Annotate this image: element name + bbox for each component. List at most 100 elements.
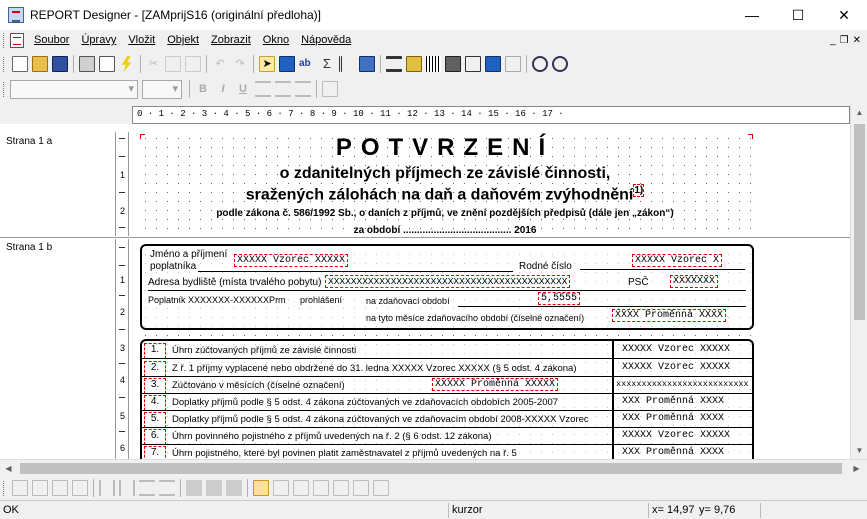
horizontal-scroll-thumb[interactable] bbox=[20, 463, 842, 474]
align-bottom-edges-icon[interactable] bbox=[72, 480, 88, 496]
rc-label: Rodné číslo bbox=[519, 261, 572, 272]
row-value[interactable]: XXXXX Vzorec XXXXX bbox=[622, 362, 730, 373]
scroll-left-icon[interactable]: ◀ bbox=[0, 460, 17, 477]
same-height-icon[interactable] bbox=[206, 480, 222, 496]
align-left-icon[interactable] bbox=[255, 81, 271, 97]
align-center-icon[interactable] bbox=[275, 81, 291, 97]
months-field[interactable]: XXXX Proměnná XXXX bbox=[612, 309, 727, 322]
send-back-icon[interactable] bbox=[333, 480, 349, 496]
toolbar-grip[interactable] bbox=[3, 33, 6, 48]
label-icon[interactable]: ab bbox=[299, 56, 315, 72]
rc-field[interactable]: XXXXX Vzorec X bbox=[632, 254, 723, 267]
properties-icon[interactable] bbox=[322, 81, 338, 97]
pen-icon[interactable] bbox=[405, 56, 422, 72]
minimize-button[interactable]: — bbox=[729, 0, 775, 30]
print-icon[interactable] bbox=[78, 56, 95, 72]
address-field[interactable]: XXXXXXXXXXXXXXXXXXXXXXXXXXXXXXXXXXXXXXXX… bbox=[325, 275, 571, 288]
grid-icon[interactable] bbox=[505, 56, 522, 72]
menu-vlozit[interactable]: Vložit bbox=[122, 30, 161, 51]
show-grid-icon[interactable] bbox=[273, 480, 289, 496]
menu-soubor[interactable]: Soubor bbox=[28, 30, 75, 51]
line-icon[interactable] bbox=[385, 56, 402, 72]
save-icon[interactable] bbox=[51, 56, 68, 72]
space-vertical-icon[interactable] bbox=[139, 480, 155, 496]
vertical-scroll-thumb[interactable] bbox=[854, 124, 865, 320]
text-field-icon[interactable] bbox=[279, 56, 295, 72]
menu-zobrazit[interactable]: Zobrazit bbox=[205, 30, 257, 51]
horizontal-scrollbar[interactable]: ◀ ▶ bbox=[0, 459, 867, 476]
toolbar-grip[interactable] bbox=[3, 56, 6, 72]
menu-okno[interactable]: Okno bbox=[257, 30, 295, 51]
row-value[interactable]: XXX Proměnná XXXX bbox=[622, 413, 724, 424]
space-horizontal-icon[interactable] bbox=[99, 480, 115, 496]
row-value[interactable]: xxxxxxxxxxxxxxxxxxxxxxxxxx bbox=[616, 379, 749, 389]
menu-objekt[interactable]: Objekt bbox=[161, 30, 205, 51]
name-field[interactable]: XXXXX Vzorec XXXXX bbox=[234, 254, 349, 267]
design-canvas[interactable]: Strana 1 a 1 2 POTVRZENÍ o zdanitelných … bbox=[0, 124, 850, 459]
mdi-close-button[interactable]: ✕ bbox=[853, 35, 861, 46]
mdi-restore-button[interactable]: ❐ bbox=[840, 35, 849, 46]
close-button[interactable]: ✕ bbox=[821, 0, 867, 30]
align-top-edges-icon[interactable] bbox=[52, 480, 68, 496]
vruler-tick: 5 bbox=[120, 411, 126, 421]
row-value[interactable]: XXX Proměnná XXXX bbox=[622, 447, 724, 458]
same-size-icon[interactable] bbox=[226, 480, 242, 496]
row-value[interactable]: XXXXX Vzorec XXXXX bbox=[622, 430, 730, 441]
vruler-tick: 6 bbox=[120, 443, 126, 453]
italic-button[interactable]: I bbox=[215, 81, 231, 97]
open-folder-icon[interactable] bbox=[31, 56, 48, 72]
row-mid-value[interactable]: XXXXX Proměnná XXXXX bbox=[432, 378, 559, 391]
row-value[interactable]: XXX Proměnná XXXX bbox=[622, 396, 724, 407]
mdi-minimize-button[interactable]: _ bbox=[830, 35, 836, 46]
document-icon[interactable] bbox=[10, 33, 24, 48]
vertical-scrollbar[interactable]: ▲ ▼ bbox=[850, 104, 867, 459]
monitor-icon[interactable] bbox=[485, 56, 502, 72]
toolbar-separator bbox=[253, 55, 255, 73]
image-icon[interactable] bbox=[445, 56, 462, 72]
paste-icon[interactable] bbox=[185, 56, 202, 72]
zoom-in-icon[interactable] bbox=[532, 56, 549, 72]
tab-right-icon[interactable] bbox=[373, 480, 389, 496]
scroll-up-icon[interactable]: ▲ bbox=[851, 104, 867, 121]
underline-button[interactable]: U bbox=[235, 81, 251, 97]
frame-icon[interactable] bbox=[465, 56, 482, 72]
same-width-icon[interactable] bbox=[186, 480, 202, 496]
font-name-select[interactable] bbox=[10, 79, 138, 99]
redo-icon[interactable]: ↷ bbox=[232, 56, 248, 72]
align-right-icon[interactable] bbox=[295, 81, 311, 97]
sum-icon[interactable]: Σ bbox=[319, 56, 335, 72]
bring-front-icon[interactable] bbox=[313, 480, 329, 496]
undo-icon[interactable]: ↶ bbox=[212, 56, 228, 72]
align-right-edges-icon[interactable] bbox=[32, 480, 48, 496]
list-icon[interactable] bbox=[338, 56, 355, 72]
zoom-out-icon[interactable] bbox=[552, 56, 568, 72]
align-left-edges-icon[interactable] bbox=[12, 480, 28, 496]
barcode-icon[interactable] bbox=[425, 56, 442, 72]
title-bar: REPORT Designer - [ZAMprijS16 (origináln… bbox=[0, 0, 867, 30]
print-preview-icon[interactable] bbox=[98, 56, 115, 72]
scroll-down-icon[interactable]: ▼ bbox=[851, 442, 867, 459]
combo-field-icon[interactable] bbox=[358, 56, 375, 72]
snap-grid-icon[interactable] bbox=[253, 480, 269, 496]
maximize-button[interactable]: ☐ bbox=[775, 0, 821, 30]
period-value-field[interactable]: 5,5555 bbox=[538, 292, 581, 305]
pointer-icon[interactable]: ➤ bbox=[259, 56, 276, 72]
copy-icon[interactable] bbox=[165, 56, 182, 72]
toolbar-grip[interactable] bbox=[3, 480, 6, 496]
tab-left-icon[interactable] bbox=[353, 480, 369, 496]
bold-button[interactable]: B bbox=[195, 81, 211, 97]
row-value[interactable]: XXXXX Vzorec XXXXX bbox=[622, 344, 730, 355]
menu-upravy[interactable]: Úpravy bbox=[75, 30, 122, 51]
scroll-right-icon[interactable]: ▶ bbox=[848, 460, 865, 477]
cut-icon[interactable]: ✂ bbox=[146, 56, 162, 72]
psc-field[interactable]: XXXXXXX bbox=[670, 275, 719, 288]
space-vertical-equal-icon[interactable] bbox=[159, 480, 175, 496]
font-size-select[interactable] bbox=[142, 79, 182, 99]
lightning-icon[interactable] bbox=[121, 56, 132, 72]
space-equal-icon[interactable] bbox=[119, 480, 135, 496]
vruler-tick: 2 bbox=[120, 307, 126, 317]
new-file-icon[interactable] bbox=[11, 56, 28, 72]
tab-order-icon[interactable] bbox=[293, 480, 309, 496]
menu-napoveda[interactable]: Nápověda bbox=[295, 30, 357, 51]
toolbar-grip[interactable] bbox=[3, 81, 6, 97]
